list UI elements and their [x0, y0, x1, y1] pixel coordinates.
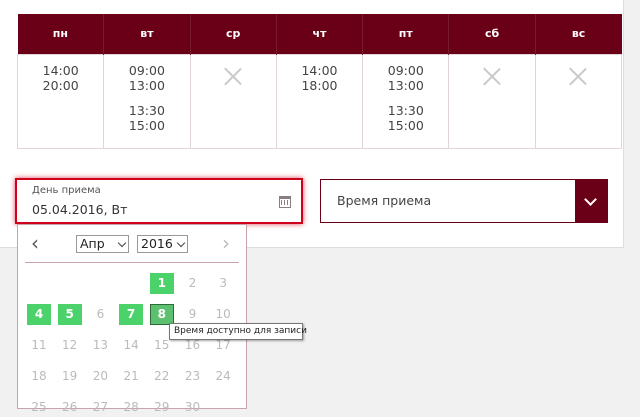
datepicker-popup: ‹ Апр 2016 › 1 2 3 4 5 6 7 8 9 10 11 12 13 14 15 16 17 18…	[17, 224, 247, 414]
day-header-thu: чт	[275, 14, 363, 54]
chevron-down-icon	[176, 238, 186, 248]
calendar-day: 19	[62, 369, 78, 383]
calendar-day: 2	[188, 276, 197, 290]
calendar-day: 27	[92, 400, 109, 414]
calendar-icon[interactable]	[279, 196, 291, 208]
calendar-day-available[interactable]: 5	[57, 304, 82, 325]
calendar-day: 6	[96, 307, 105, 321]
time-slot: 09:00	[387, 62, 424, 78]
day-header-sun: вс	[534, 14, 622, 54]
day-header-tue: вт	[103, 14, 191, 54]
day-header-sat: сб	[448, 14, 536, 54]
calendar-day-available[interactable]: 8	[149, 304, 174, 325]
calendar-day: 30	[184, 400, 201, 414]
calendar-day: 18	[31, 369, 47, 383]
date-field-value[interactable]: 05.04.2016, Вт	[32, 202, 127, 217]
day-header-mon: пн	[17, 14, 104, 54]
time-slot: 18:00	[301, 77, 338, 93]
prev-month-button[interactable]: ‹	[31, 233, 39, 253]
schedule-cell-wed	[189, 53, 277, 149]
calendar-day: 21	[123, 369, 139, 383]
calendar-day: 14	[123, 338, 139, 352]
schedule-cell-mon: 14:00 20:00	[16, 53, 105, 149]
calendar-day-available[interactable]: 7	[119, 304, 144, 325]
cross-icon	[224, 67, 242, 85]
calendar-day: 29	[154, 400, 170, 414]
calendar-day: 20	[92, 369, 109, 383]
calendar-day: 28	[123, 400, 139, 414]
calendar-day: 23	[184, 369, 201, 383]
month-select[interactable]: Апр	[76, 235, 129, 253]
schedule-cell-sat	[448, 53, 536, 149]
time-slot: 15:00	[128, 117, 165, 133]
schedule-cell-sun	[534, 53, 623, 149]
day-header-fri: пт	[362, 14, 449, 54]
date-field-label: День приема	[32, 185, 101, 196]
appointment-date-field[interactable]: День приема 05.04.2016, Вт	[15, 178, 303, 224]
time-slot: 09:00	[128, 62, 165, 78]
appointment-time-select[interactable]: Время приема	[320, 179, 608, 223]
calendar-day: 24	[215, 369, 231, 383]
calendar-day: 13	[92, 338, 109, 352]
time-slot: 13:00	[128, 77, 165, 93]
calendar-day: 25	[31, 400, 47, 414]
time-slot: 14:00	[42, 62, 79, 78]
time-slot: 14:00	[301, 62, 338, 78]
year-select[interactable]: 2016	[137, 235, 188, 253]
calendar-day: 11	[31, 338, 47, 352]
calendar-day-available[interactable]: 1	[149, 273, 174, 294]
calendar-day-available[interactable]: 4	[27, 304, 51, 325]
schedule-table: пн вт ср чт пт сб вс 14:00 20:00 09:00 1…	[16, 14, 623, 149]
schedule-cell-thu: 14:00 18:00	[275, 53, 364, 149]
time-select-placeholder: Время приема	[337, 193, 432, 208]
time-slot: 20:00	[42, 77, 79, 93]
schedule-cell-fri: 09:00 13:00 13:30 15:00	[362, 53, 450, 149]
calendar-day: 22	[154, 369, 170, 383]
chevron-down-icon	[117, 238, 127, 248]
datepicker-divider	[25, 262, 239, 263]
time-slot: 13:00	[387, 77, 424, 93]
calendar-day: 3	[219, 276, 227, 290]
time-slot: 13:30	[387, 102, 424, 118]
schedule-cell-tue: 09:00 13:00 13:30 15:00	[103, 53, 191, 149]
calendar-day: 10	[215, 307, 231, 321]
calendar-day: 9	[188, 307, 197, 321]
chevron-down-icon[interactable]	[575, 180, 607, 222]
month-select-value: Апр	[80, 236, 105, 251]
day-header-wed: ср	[189, 14, 277, 54]
calendar-day: 26	[62, 400, 78, 414]
time-slot: 15:00	[387, 117, 424, 133]
year-select-value: 2016	[141, 236, 173, 251]
time-slot: 13:30	[128, 102, 165, 118]
cross-icon	[569, 67, 587, 85]
availability-tooltip: Время доступно для записи	[169, 323, 307, 340]
cross-icon	[483, 67, 501, 85]
next-month-button[interactable]: ›	[222, 233, 230, 253]
calendar-day: 12	[62, 338, 78, 352]
